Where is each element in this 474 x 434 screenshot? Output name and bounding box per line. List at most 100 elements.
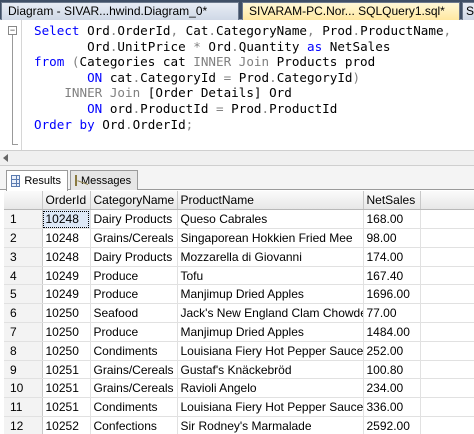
row-number[interactable]: 3 <box>4 247 43 267</box>
sql-code[interactable]: Select Ord.OrderId, Cat.CategoryName, Pr… <box>34 23 451 132</box>
cell-netsales[interactable]: 234.00 <box>363 378 421 399</box>
cell-netsales[interactable]: 77.00 <box>363 303 421 324</box>
code-token: OrderId <box>117 23 171 38</box>
table-row[interactable]: 3 10248 Dairy Products Mozzarella di Giovan… <box>4 247 474 267</box>
code-token: ord <box>109 100 133 116</box>
cell-orderid[interactable]: 10250 <box>42 322 91 342</box>
editor-horizontal-scrollbar[interactable] <box>0 150 474 166</box>
cell-productname[interactable]: Jack's New England Clam Chowder <box>177 303 364 324</box>
code-token: ; <box>185 116 194 132</box>
tab-overflow[interactable]: Su <box>462 2 474 20</box>
cell-productname[interactable]: Singaporean Hokkien Fried Mee <box>177 228 364 248</box>
row-number[interactable]: 11 <box>4 397 43 418</box>
cell-orderid[interactable]: 10252 <box>42 416 91 434</box>
cell-orderid[interactable]: 10249 <box>42 284 91 305</box>
row-number[interactable]: 1 <box>4 209 43 230</box>
tab-messages[interactable]: Messages <box>70 170 138 190</box>
table-row[interactable]: 5 10249 Produce Manjimup Dried Apples 1696.0… <box>4 284 474 305</box>
empty-cell <box>420 209 474 230</box>
table-row[interactable]: 8 10250 Condiments Louisiana Fiery Hot Pepp… <box>4 341 474 361</box>
cell-categoryname[interactable]: Produce <box>90 266 178 286</box>
collapse-icon[interactable]: − <box>8 26 17 35</box>
cell-orderid[interactable]: 10251 <box>42 378 91 399</box>
tab-diagram[interactable]: Diagram - SIVAR...hwind.Diagram_0* <box>1 2 239 20</box>
tab-results[interactable]: Results <box>6 170 68 191</box>
cell-netsales[interactable]: 2592.00 <box>363 416 421 434</box>
cell-categoryname[interactable]: Grains/Cereals <box>90 228 178 248</box>
row-number[interactable]: 9 <box>4 360 43 380</box>
tab-sql-query[interactable]: SIVARAM-PC.Nor... SQLQuery1.sql* <box>242 2 460 20</box>
column-header-rownum[interactable] <box>4 191 43 211</box>
cell-categoryname[interactable]: Grains/Cereals <box>90 378 178 399</box>
table-row[interactable]: 6 10250 Seafood Jack's New England Clam Cho… <box>4 303 474 324</box>
cell-productname[interactable]: Manjimup Dried Apples <box>177 284 364 305</box>
cell-categoryname[interactable]: Produce <box>90 284 178 305</box>
column-header-categoryname[interactable]: CategoryName <box>90 191 178 211</box>
cell-productname[interactable]: Sir Rodney's Marmalade <box>177 416 364 434</box>
table-row[interactable]: 10 10251 Grains/Cereals Ravioli Angelo 234.0… <box>4 378 474 399</box>
table-row[interactable]: 7 10250 Produce Manjimup Dried Apples 1484.0… <box>4 322 474 342</box>
code-token: Categories cat <box>79 54 194 70</box>
cell-netsales[interactable]: 174.00 <box>363 247 421 267</box>
column-header-orderid[interactable]: OrderId <box>42 191 91 211</box>
cell-netsales[interactable]: 1484.00 <box>363 322 421 342</box>
cell-orderid[interactable]: 10248 <box>42 209 91 230</box>
cell-categoryname[interactable]: Seafood <box>90 303 178 324</box>
cell-productname[interactable]: Gustaf's Knäckebröd <box>177 360 364 380</box>
cell-netsales[interactable]: 167.40 <box>363 266 421 286</box>
table-row[interactable]: 9 10251 Grains/Cereals Gustaf's Knäckebröd 1… <box>4 360 474 380</box>
table-row[interactable]: 11 10251 Condiments Louisiana Fiery Hot Pep… <box>4 397 474 418</box>
cell-productname[interactable]: Louisiana Fiery Hot Pepper Sauce <box>177 397 364 418</box>
row-number[interactable]: 6 <box>4 303 43 324</box>
code-token: ProductId <box>269 100 338 116</box>
table-row[interactable]: 4 10249 Produce Tofu 167.40 <box>4 266 474 286</box>
column-header-netsales[interactable]: NetSales <box>363 191 421 211</box>
cell-orderid[interactable]: 10250 <box>42 341 91 361</box>
tab-messages-label: Messages <box>81 174 132 187</box>
cell-orderid[interactable]: 10251 <box>42 360 91 380</box>
cell-productname[interactable]: Manjimup Dried Apples <box>177 322 364 342</box>
cell-categoryname[interactable]: Dairy Products <box>90 247 178 267</box>
cell-netsales[interactable]: 336.00 <box>363 397 421 418</box>
row-number[interactable]: 4 <box>4 266 43 286</box>
column-header-productname[interactable]: ProductName <box>177 191 364 211</box>
row-number[interactable]: 12 <box>4 416 43 434</box>
cell-orderid[interactable]: 10251 <box>42 397 91 418</box>
code-token: INNER Join <box>193 54 277 70</box>
code-token: Ord <box>208 38 232 54</box>
table-row[interactable]: 12 10252 Confections Sir Rodney's Marmalade… <box>4 416 474 434</box>
results-grid[interactable]: OrderId CategoryName ProductName NetSale… <box>4 191 474 434</box>
empty-cell <box>420 378 474 399</box>
cell-categoryname[interactable]: Grains/Cereals <box>90 360 178 380</box>
cell-categoryname[interactable]: Dairy Products <box>90 209 178 230</box>
cell-orderid[interactable]: 10250 <box>42 303 91 324</box>
cell-productname[interactable]: Ravioli Angelo <box>177 378 364 399</box>
cell-netsales[interactable]: 98.00 <box>363 228 421 248</box>
cell-orderid[interactable]: 10248 <box>42 247 91 267</box>
table-row[interactable]: 1 10248 Dairy Products Queso Cabrales 168.00 <box>4 209 474 230</box>
cell-netsales[interactable]: 168.00 <box>363 209 421 230</box>
code-token: [Order Details] Ord <box>147 85 292 101</box>
cell-netsales[interactable]: 252.00 <box>363 341 421 361</box>
scroll-left-arrow-icon[interactable] <box>3 154 8 162</box>
row-number[interactable]: 2 <box>4 228 43 248</box>
sql-editor[interactable]: − Select Ord.OrderId, Cat.CategoryName, … <box>0 20 474 150</box>
cell-productname[interactable]: Louisiana Fiery Hot Pepper Sauce <box>177 341 364 361</box>
code-line: ON cat.CategoryId = Prod.CategoryId) <box>34 70 451 86</box>
row-number[interactable]: 8 <box>4 341 43 361</box>
cell-netsales[interactable]: 100.80 <box>363 360 421 380</box>
cell-categoryname[interactable]: Confections <box>90 416 178 434</box>
cell-orderid[interactable]: 10249 <box>42 266 91 286</box>
cell-categoryname[interactable]: Condiments <box>90 397 178 418</box>
row-number[interactable]: 7 <box>4 322 43 342</box>
cell-netsales[interactable]: 1696.00 <box>363 284 421 305</box>
cell-productname[interactable]: Tofu <box>177 266 364 286</box>
cell-categoryname[interactable]: Produce <box>90 322 178 342</box>
cell-orderid[interactable]: 10248 <box>42 228 91 248</box>
cell-productname[interactable]: Mozzarella di Giovanni <box>177 247 364 267</box>
row-number[interactable]: 10 <box>4 378 43 399</box>
cell-productname[interactable]: Queso Cabrales <box>177 209 364 230</box>
table-row[interactable]: 2 10248 Grains/Cereals Singaporean Hokkien … <box>4 228 474 248</box>
cell-categoryname[interactable]: Condiments <box>90 341 178 361</box>
row-number[interactable]: 5 <box>4 284 43 305</box>
